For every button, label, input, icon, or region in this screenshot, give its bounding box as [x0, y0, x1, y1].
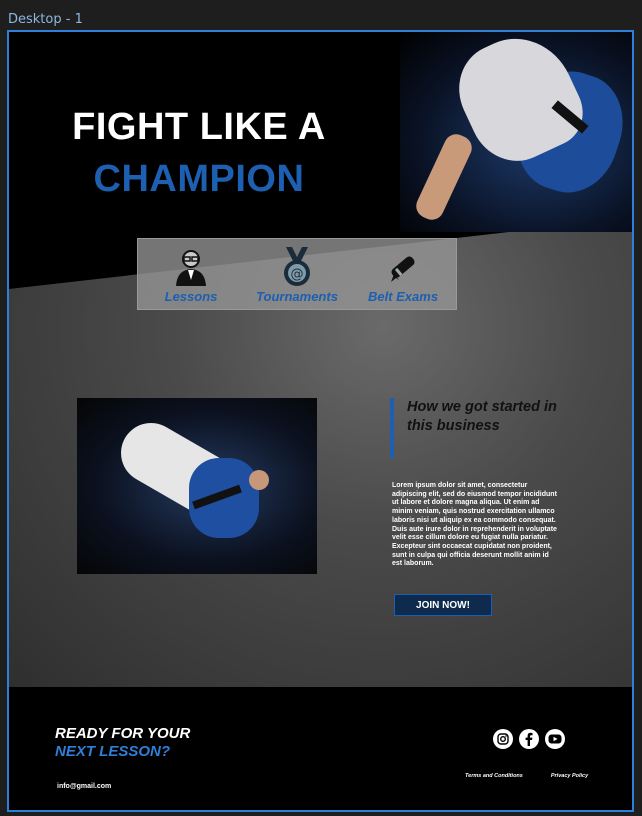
service-label: Tournaments: [256, 289, 338, 304]
desktop-frame: FIGHT LIKE A CHAMPION Lessons @ Tourname…: [7, 30, 634, 812]
quote-accent-bar: [390, 398, 394, 458]
social-links: [493, 729, 565, 749]
footer-ready-line2: NEXT LESSON?: [55, 743, 171, 760]
service-label: Lessons: [164, 289, 218, 304]
service-lessons[interactable]: Lessons: [139, 239, 244, 309]
service-belt-exams[interactable]: Belt Exams: [351, 239, 456, 309]
about-heading: How we got started in this business: [407, 399, 557, 434]
youtube-icon[interactable]: [545, 729, 565, 749]
frame-label: Desktop - 1: [8, 12, 83, 27]
coach-icon: [171, 247, 211, 287]
hero-judo-photo: [400, 32, 632, 232]
diploma-icon: [383, 247, 423, 287]
footer-links: Terms and Conditions Privacy Policy: [465, 773, 588, 779]
footer: READY FOR YOUR NEXT LESSON? info@gmail.c…: [9, 687, 632, 810]
footer-email[interactable]: info@gmail.com: [57, 783, 111, 790]
hero-title-line1: FIGHT LIKE A: [72, 106, 326, 148]
service-tournaments[interactable]: @ Tournaments: [245, 239, 350, 309]
terms-link[interactable]: Terms and Conditions: [465, 773, 523, 779]
footer-ready-line1: READY FOR YOUR: [55, 725, 191, 742]
instagram-icon[interactable]: [493, 729, 513, 749]
services-bar: Lessons @ Tournaments Belt Exams: [137, 238, 457, 310]
service-label: Belt Exams: [367, 289, 439, 304]
facebook-icon[interactable]: [519, 729, 539, 749]
hero-title-line2: CHAMPION: [93, 158, 305, 200]
about-judo-photo: [77, 398, 317, 574]
privacy-link[interactable]: Privacy Policy: [551, 773, 588, 779]
join-now-button[interactable]: JOIN NOW!: [394, 594, 492, 616]
medal-icon: @: [277, 247, 317, 287]
about-body-text: Lorem ipsum dolor sit amet, consectetur …: [392, 482, 557, 568]
svg-text:@: @: [291, 267, 304, 282]
